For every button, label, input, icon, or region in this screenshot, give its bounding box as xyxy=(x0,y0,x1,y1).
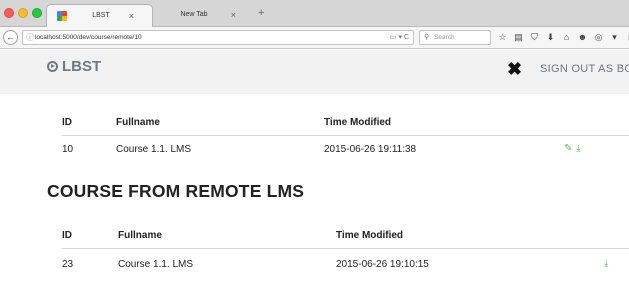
tools-icon[interactable]: ✖ xyxy=(507,59,522,80)
column-header-id: ID xyxy=(62,117,72,128)
browser-tab-strip: LBST × New Tab × + xyxy=(0,0,629,27)
cell-id: 23 xyxy=(62,259,74,270)
play-circle-icon xyxy=(47,61,58,72)
browser-nav-bar: ← ⓘ localhost:5000/dev/course/remote/10 … xyxy=(0,27,629,49)
row-actions: ✎ ⤓ xyxy=(564,143,581,154)
tab-close-icon[interactable]: × xyxy=(231,10,236,20)
pocket-icon[interactable]: ⛉ xyxy=(529,31,540,44)
search-placeholder: Search xyxy=(434,34,455,41)
column-header-id: ID xyxy=(62,230,72,241)
chevron-down-icon[interactable]: ▾ xyxy=(609,31,620,44)
social-icon[interactable]: ☻ xyxy=(577,31,588,44)
brand-name: LBST xyxy=(62,58,102,75)
column-header-fullname: Fullname xyxy=(116,117,160,128)
bookmark-star-icon[interactable]: ☆ xyxy=(497,31,508,44)
column-header-time-modified: Time Modified xyxy=(336,230,404,241)
column-header-fullname: Fullname xyxy=(118,230,162,241)
url-text[interactable]: localhost:5000/dev/course/remote/10 xyxy=(35,34,142,41)
search-icon: ⚲ xyxy=(424,34,430,41)
tab-lbst[interactable]: LBST × xyxy=(46,4,153,27)
new-tab-button[interactable]: + xyxy=(258,8,264,19)
back-button[interactable]: ← xyxy=(3,30,18,45)
download-icon[interactable]: ⤓ xyxy=(576,143,580,154)
home-icon[interactable]: ⌂ xyxy=(561,31,572,44)
url-bar[interactable]: ⓘ localhost:5000/dev/course/remote/10 ▭ … xyxy=(22,30,414,45)
row-actions: ⤓ xyxy=(604,258,608,269)
brand-link[interactable]: LBST xyxy=(47,58,101,75)
cell-time-modified: 2015-06-26 19:10:15 xyxy=(336,259,429,270)
reload-icon[interactable]: ▭ ▾ C xyxy=(390,33,409,41)
close-window-button[interactable] xyxy=(4,8,14,18)
zoom-window-button[interactable] xyxy=(32,8,42,18)
search-input[interactable]: ⚲ Search xyxy=(419,30,491,45)
local-table-header: ID Fullname Time Modified xyxy=(62,110,629,136)
sidebar-icon[interactable]: ▯ xyxy=(625,31,629,44)
cell-fullname: Course 1.1. LMS xyxy=(118,259,194,270)
tab-new-tab[interactable]: New Tab × xyxy=(152,4,254,27)
minimize-window-button[interactable] xyxy=(18,8,28,18)
site-info-icon[interactable]: ⓘ xyxy=(26,32,34,43)
tab-close-icon[interactable]: × xyxy=(129,11,134,21)
downloads-icon[interactable]: ⬇ xyxy=(545,31,556,44)
tab-title: New Tab xyxy=(180,11,208,18)
download-icon[interactable]: ⤓ xyxy=(604,258,608,269)
app-header: LBST ✖ SIGN OUT AS BOB xyxy=(0,50,629,94)
table-row: 10 Course 1.1. LMS 2015-06-26 19:11:38 ✎… xyxy=(62,137,629,163)
remote-table-header: ID Fullname Time Modified xyxy=(62,223,629,249)
app-favicon-icon xyxy=(57,11,67,21)
edit-pencil-icon[interactable]: ✎ xyxy=(564,143,572,154)
table-row: 23 Course 1.1. LMS 2015-06-26 19:10:15 ⤓ xyxy=(62,252,629,278)
cell-id: 10 xyxy=(62,144,74,155)
sign-out-link[interactable]: SIGN OUT AS BOB xyxy=(540,63,629,75)
cell-time-modified: 2015-06-26 19:11:38 xyxy=(324,144,417,155)
reading-list-icon[interactable]: ▤ xyxy=(513,31,524,44)
browser-toolbar: ☆ ▤ ⛉ ⬇ ⌂ ☻ ◎ ▾ ▯ ▦ xyxy=(497,31,629,44)
section-title: COURSE FROM REMOTE LMS xyxy=(47,181,305,201)
tab-title: LBST xyxy=(92,12,110,19)
column-header-time-modified: Time Modified xyxy=(324,117,392,128)
extension-icon[interactable]: ◎ xyxy=(593,31,604,44)
cell-fullname: Course 1.1. LMS xyxy=(116,144,192,155)
